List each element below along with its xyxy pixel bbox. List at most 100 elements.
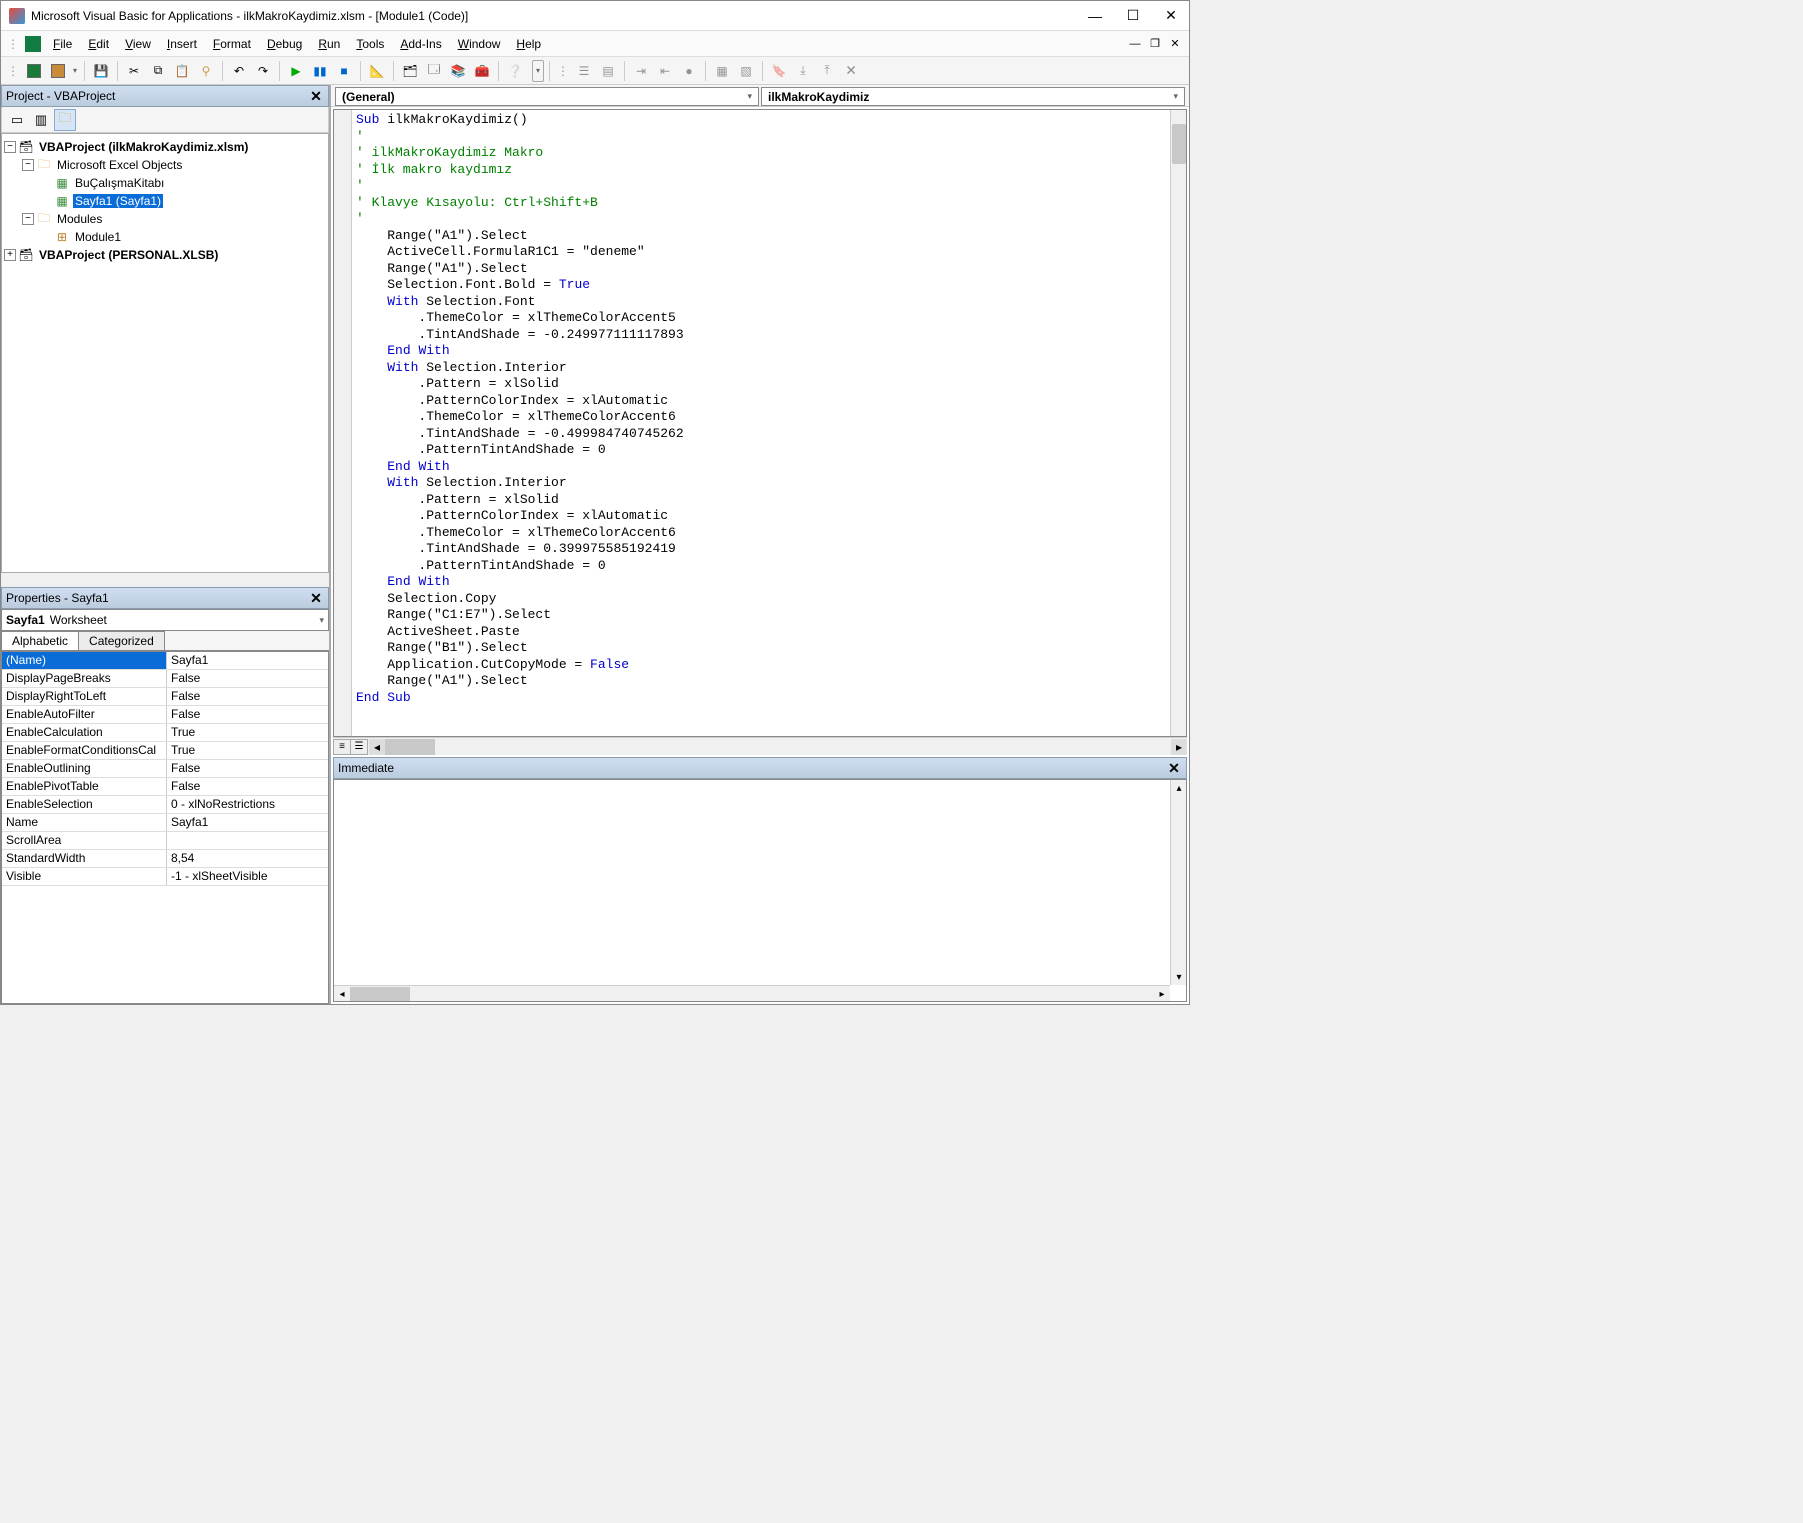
property-row[interactable]: DisplayRightToLeftFalse bbox=[2, 688, 328, 706]
minimize-button[interactable]: — bbox=[1085, 6, 1105, 26]
collapse-icon[interactable]: − bbox=[22, 159, 34, 171]
mdi-minimize-button[interactable]: — bbox=[1127, 36, 1143, 52]
toggle-bookmark-button[interactable]: 🔖 bbox=[768, 60, 790, 82]
scrollbar-thumb[interactable] bbox=[350, 987, 410, 1001]
property-value[interactable]: Sayfa1 bbox=[167, 652, 328, 669]
collapse-icon[interactable]: − bbox=[4, 141, 16, 153]
properties-panel-close-button[interactable]: ✕ bbox=[308, 590, 324, 606]
tree-item-sheet1[interactable]: ▦ Sayfa1 (Sayfa1) bbox=[4, 192, 326, 210]
properties-panel-header[interactable]: Properties - Sayfa1 ✕ bbox=[1, 587, 329, 609]
immediate-panel-header[interactable]: Immediate ✕ bbox=[333, 757, 1187, 779]
property-row[interactable]: DisplayPageBreaksFalse bbox=[2, 670, 328, 688]
property-row[interactable]: StandardWidth8,54 bbox=[2, 850, 328, 868]
object-browser-button[interactable]: 📚 bbox=[447, 60, 469, 82]
property-value[interactable]: 0 - xlNoRestrictions bbox=[167, 796, 328, 813]
scroll-left-icon[interactable]: ◂ bbox=[369, 739, 385, 755]
indent-button[interactable]: ⇥ bbox=[630, 60, 652, 82]
property-row[interactable]: (Name)Sayfa1 bbox=[2, 652, 328, 670]
reset-button[interactable]: ■ bbox=[333, 60, 355, 82]
property-value[interactable]: True bbox=[167, 742, 328, 759]
procedure-combo[interactable]: ilkMakroKaydimiz ▾ bbox=[761, 87, 1185, 106]
tree-project-root[interactable]: − 🗃 VBAProject (ilkMakroKaydimiz.xlsm) bbox=[4, 138, 326, 156]
undo-button[interactable]: ↶ bbox=[228, 60, 250, 82]
properties-grid[interactable]: (Name)Sayfa1DisplayPageBreaksFalseDispla… bbox=[1, 651, 329, 1004]
list-properties-button[interactable]: ☰ bbox=[573, 60, 595, 82]
menu-insert[interactable]: Insert bbox=[159, 34, 205, 54]
next-bookmark-button[interactable]: ⤓ bbox=[792, 60, 814, 82]
tab-categorized[interactable]: Categorized bbox=[78, 631, 165, 650]
toolbox-button[interactable]: 🧰 bbox=[471, 60, 493, 82]
project-explorer-button[interactable]: 🗂 bbox=[399, 60, 421, 82]
menu-format[interactable]: Format bbox=[205, 34, 259, 54]
comment-block-button[interactable]: ▦ bbox=[711, 60, 733, 82]
toggle-folders-button[interactable]: 🗀 bbox=[54, 109, 76, 131]
mdi-restore-button[interactable]: ❐ bbox=[1147, 36, 1163, 52]
save-button[interactable]: 💾 bbox=[90, 60, 112, 82]
property-value[interactable]: False bbox=[167, 670, 328, 687]
tree-item-workbook[interactable]: ▦ BuÇalışmaKitabı bbox=[4, 174, 326, 192]
code-text-area[interactable]: Sub ilkMakroKaydimiz() ' ' ilkMakroKaydi… bbox=[352, 110, 1170, 736]
uncomment-block-button[interactable]: ▧ bbox=[735, 60, 757, 82]
code-margin[interactable] bbox=[334, 110, 352, 736]
property-value[interactable]: 8,54 bbox=[167, 850, 328, 867]
scroll-down-icon[interactable]: ▾ bbox=[1171, 969, 1187, 985]
property-value[interactable]: False bbox=[167, 706, 328, 723]
maximize-button[interactable]: ☐ bbox=[1123, 6, 1143, 26]
project-panel-close-button[interactable]: ✕ bbox=[308, 88, 324, 104]
run-button[interactable]: ▶ bbox=[285, 60, 307, 82]
collapse-icon[interactable]: − bbox=[22, 213, 34, 225]
code-horizontal-scrollbar[interactable]: ◂ ▸ bbox=[369, 739, 1187, 755]
tree-folder-excel-objects[interactable]: − 🗀 Microsoft Excel Objects bbox=[4, 156, 326, 174]
property-value[interactable] bbox=[167, 832, 328, 849]
scrollbar-thumb[interactable] bbox=[1172, 124, 1186, 164]
scroll-right-icon[interactable]: ▸ bbox=[1171, 739, 1187, 755]
mdi-close-button[interactable]: ✕ bbox=[1167, 36, 1183, 52]
menu-help[interactable]: Help bbox=[508, 34, 549, 54]
immediate-vertical-scrollbar[interactable]: ▴ ▾ bbox=[1170, 780, 1186, 985]
property-value[interactable]: Sayfa1 bbox=[167, 814, 328, 831]
project-panel-header[interactable]: Project - VBAProject ✕ bbox=[1, 85, 329, 107]
menu-file[interactable]: File bbox=[45, 34, 80, 54]
menu-edit[interactable]: Edit bbox=[80, 34, 117, 54]
property-value[interactable]: False bbox=[167, 760, 328, 777]
immediate-horizontal-scrollbar[interactable]: ◂ ▸ bbox=[334, 985, 1170, 1001]
scroll-left-icon[interactable]: ◂ bbox=[334, 986, 350, 1002]
scroll-up-icon[interactable]: ▴ bbox=[1171, 780, 1187, 796]
toggle-breakpoint-button[interactable]: ● bbox=[678, 60, 700, 82]
object-combo[interactable]: (General) ▾ bbox=[335, 87, 759, 106]
menu-tools[interactable]: Tools bbox=[348, 34, 392, 54]
properties-window-button[interactable]: 🗔 bbox=[423, 60, 445, 82]
outdent-button[interactable]: ⇤ bbox=[654, 60, 676, 82]
tab-alphabetic[interactable]: Alphabetic bbox=[1, 631, 79, 650]
clear-bookmarks-button[interactable]: 🗙 bbox=[840, 60, 862, 82]
paste-button[interactable]: 📋 bbox=[171, 60, 193, 82]
view-code-button[interactable]: ▭ bbox=[6, 109, 28, 131]
list-constants-button[interactable]: ▤ bbox=[597, 60, 619, 82]
menu-view[interactable]: View bbox=[117, 34, 159, 54]
property-value[interactable]: False bbox=[167, 688, 328, 705]
property-value[interactable]: False bbox=[167, 778, 328, 795]
property-row[interactable]: NameSayfa1 bbox=[2, 814, 328, 832]
panel-splitter[interactable] bbox=[1, 573, 329, 587]
view-excel-button[interactable] bbox=[23, 60, 45, 82]
menu-debug[interactable]: Debug bbox=[259, 34, 310, 54]
menu-window[interactable]: Window bbox=[450, 34, 509, 54]
insert-module-button[interactable] bbox=[47, 60, 69, 82]
break-button[interactable]: ▮▮ bbox=[309, 60, 331, 82]
cut-button[interactable]: ✂ bbox=[123, 60, 145, 82]
menu-add-ins[interactable]: Add-Ins bbox=[392, 34, 449, 54]
redo-button[interactable]: ↷ bbox=[252, 60, 274, 82]
excel-icon[interactable] bbox=[25, 36, 41, 52]
toolbar-dropdown[interactable]: ▾ bbox=[532, 60, 544, 82]
property-value[interactable]: True bbox=[167, 724, 328, 741]
expand-icon[interactable]: + bbox=[4, 249, 16, 261]
copy-button[interactable]: ⧉ bbox=[147, 60, 169, 82]
property-row[interactable]: EnableSelection0 - xlNoRestrictions bbox=[2, 796, 328, 814]
project-tree[interactable]: − 🗃 VBAProject (ilkMakroKaydimiz.xlsm) −… bbox=[1, 133, 329, 573]
help-button[interactable]: ❔ bbox=[504, 60, 526, 82]
close-button[interactable]: ✕ bbox=[1161, 6, 1181, 26]
tree-folder-modules[interactable]: − 🗀 Modules bbox=[4, 210, 326, 228]
property-row[interactable]: EnableFormatConditionsCalTrue bbox=[2, 742, 328, 760]
property-row[interactable]: EnableAutoFilterFalse bbox=[2, 706, 328, 724]
insert-dropdown-icon[interactable]: ▾ bbox=[71, 60, 79, 82]
